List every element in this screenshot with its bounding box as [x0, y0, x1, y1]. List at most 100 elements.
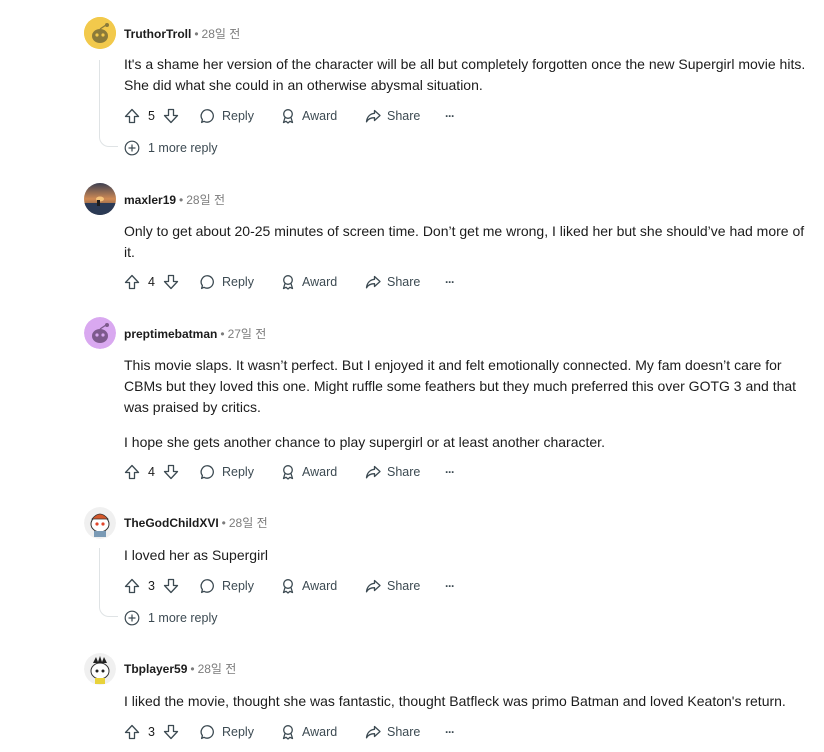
upvote-button[interactable]: [124, 722, 140, 742]
award-button[interactable]: Award: [280, 722, 337, 742]
upvote-button[interactable]: [124, 576, 140, 596]
award-button[interactable]: Award: [280, 106, 337, 126]
avatar[interactable]: [84, 653, 116, 685]
award-label: Award: [302, 275, 338, 289]
upvote-icon: [124, 108, 140, 124]
comment-meta: Tbplayer59 • 28일 전: [124, 661, 236, 677]
plus-circle-icon: [124, 140, 140, 156]
award-label: Award: [302, 579, 338, 593]
author-link[interactable]: preptimebatman: [124, 327, 217, 341]
downvote-button[interactable]: [163, 462, 179, 482]
award-icon: [282, 275, 294, 290]
thread-line[interactable]: [99, 60, 118, 147]
downvote-icon: [163, 464, 179, 480]
award-label: Award: [302, 109, 338, 123]
comment-bubble-icon: [200, 725, 214, 740]
comment-meta: TheGodChildXVI • 28일 전: [124, 515, 268, 531]
downvote-button[interactable]: [163, 576, 179, 596]
share-label: Share: [387, 109, 421, 123]
timestamp[interactable]: 28일 전: [229, 516, 268, 530]
author-link[interactable]: TheGodChildXVI: [124, 516, 219, 530]
timestamp[interactable]: 28일 전: [186, 193, 225, 207]
share-icon: [365, 275, 381, 289]
timestamp[interactable]: 28일 전: [202, 27, 241, 41]
author-link[interactable]: maxler19: [124, 193, 176, 207]
comment-paragraph: I loved her as Supergirl: [124, 547, 268, 563]
reply-label: Reply: [222, 725, 254, 739]
timestamp[interactable]: 28일 전: [198, 662, 237, 676]
separator-dot: •: [220, 327, 225, 341]
separator-dot: •: [221, 516, 226, 530]
separator-dot: •: [179, 193, 184, 207]
comment-body: It's a shame her version of the characte…: [124, 54, 814, 110]
vote-score: 3: [148, 579, 155, 593]
share-button[interactable]: Share: [365, 462, 420, 482]
comment-paragraph: I liked the movie, thought she was fanta…: [124, 693, 786, 709]
comment-body: I loved her as Supergirl: [124, 545, 814, 580]
thread-line[interactable]: [99, 548, 118, 617]
upvote-icon: [124, 724, 140, 740]
reply-label: Reply: [222, 109, 254, 123]
more-options-button[interactable]: ···: [445, 106, 455, 126]
award-label: Award: [302, 465, 338, 479]
comment-paragraph: This movie slaps. It wasn’t perfect. But…: [124, 357, 797, 415]
share-button[interactable]: Share: [365, 576, 420, 596]
award-button[interactable]: Award: [280, 576, 337, 596]
avatar[interactable]: [84, 183, 116, 215]
downvote-button[interactable]: [163, 106, 179, 126]
downvote-icon: [163, 724, 179, 740]
reply-button[interactable]: Reply: [200, 576, 254, 596]
more-replies-button[interactable]: 1 more reply: [124, 608, 217, 628]
downvote-button[interactable]: [163, 722, 179, 742]
award-icon: [282, 465, 294, 480]
share-icon: [365, 725, 381, 739]
award-label: Award: [302, 725, 338, 739]
avatar[interactable]: [84, 317, 116, 349]
reply-button[interactable]: Reply: [200, 106, 254, 126]
upvote-button[interactable]: [124, 462, 140, 482]
more-replies-button[interactable]: 1 more reply: [124, 138, 217, 158]
upvote-icon: [124, 274, 140, 290]
avatar[interactable]: [84, 507, 116, 539]
upvote-icon: [124, 578, 140, 594]
award-icon: [282, 579, 294, 594]
timestamp[interactable]: 27일 전: [228, 327, 267, 341]
more-options-button[interactable]: ···: [445, 462, 455, 482]
reply-label: Reply: [222, 579, 254, 593]
downvote-button[interactable]: [163, 272, 179, 292]
award-button[interactable]: Award: [280, 462, 337, 482]
more-options-button[interactable]: ···: [445, 576, 455, 596]
share-button[interactable]: Share: [365, 722, 420, 742]
plus-circle-icon: [124, 610, 140, 626]
share-label: Share: [387, 275, 421, 289]
downvote-icon: [163, 274, 179, 290]
reply-button[interactable]: Reply: [200, 272, 254, 292]
comment-bubble-icon: [200, 109, 214, 124]
reply-button[interactable]: Reply: [200, 722, 254, 742]
comment-body: I liked the movie, thought she was fanta…: [124, 691, 814, 726]
more-replies-label: 1 more reply: [148, 611, 218, 625]
vote-score: 4: [148, 275, 155, 289]
share-button[interactable]: Share: [365, 106, 420, 126]
separator-dot: •: [190, 662, 195, 676]
comment-paragraph: It's a shame her version of the characte…: [124, 56, 806, 93]
author-link[interactable]: TruthorTroll: [124, 27, 191, 41]
comment-meta: preptimebatman • 27일 전: [124, 326, 266, 342]
author-link[interactable]: Tbplayer59: [124, 662, 187, 676]
share-icon: [365, 579, 381, 593]
award-button[interactable]: Award: [280, 272, 337, 292]
comment-body: Only to get about 20-25 minutes of scree…: [124, 221, 814, 277]
reply-label: Reply: [222, 275, 254, 289]
avatar[interactable]: [84, 17, 116, 49]
more-options-button[interactable]: ···: [445, 722, 455, 742]
upvote-button[interactable]: [124, 272, 140, 292]
upvote-button[interactable]: [124, 106, 140, 126]
downvote-icon: [163, 108, 179, 124]
share-button[interactable]: Share: [365, 272, 420, 292]
reply-button[interactable]: Reply: [200, 462, 254, 482]
more-options-button[interactable]: ···: [445, 272, 455, 292]
comment-paragraph: I hope she gets another chance to play s…: [124, 434, 605, 450]
award-icon: [282, 725, 294, 740]
comment-paragraph: Only to get about 20-25 minutes of scree…: [124, 223, 805, 260]
more-replies-label: 1 more reply: [148, 141, 218, 155]
